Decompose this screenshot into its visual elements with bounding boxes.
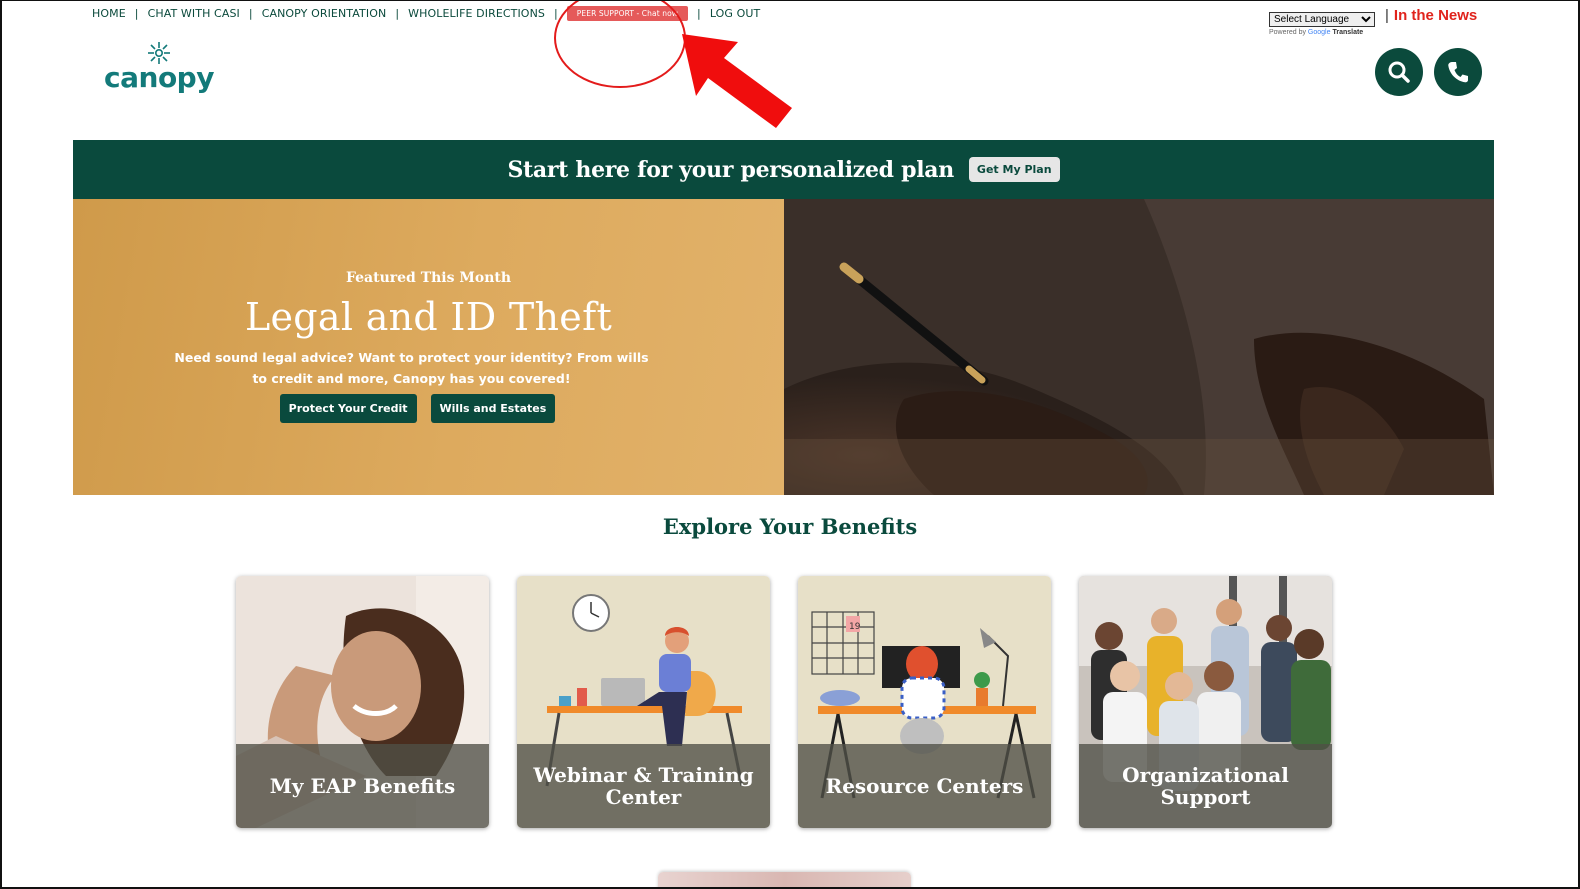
powered-by-text: Powered by [1269, 29, 1306, 36]
powered-by-google: Powered by Google Translate [1269, 29, 1375, 36]
logo-text: canopy [104, 61, 214, 94]
nav-separator: | [697, 7, 701, 20]
card-label: Resource Centers [798, 744, 1051, 828]
in-the-news-link[interactable]: | In the News [1385, 7, 1477, 24]
hero-buttons: Protect Your Credit Wills and Estates [73, 394, 784, 423]
nav-separator: | [248, 7, 253, 20]
protect-your-credit-button[interactable]: Protect Your Credit [279, 394, 417, 423]
nav-canopy-orientation[interactable]: CANOPY ORIENTATION [262, 7, 387, 20]
phone-button[interactable] [1434, 48, 1482, 96]
calendar-day: 19 [849, 622, 861, 632]
explore-heading: Explore Your Benefits [662, 514, 918, 539]
canopy-logo[interactable]: canopy [104, 40, 214, 92]
nav-separator: | [134, 7, 139, 20]
hero-description: Need sound legal advice? Want to protect… [174, 350, 649, 386]
personalized-plan-banner: Start here for your personalized plan Ge… [73, 140, 1494, 199]
get-my-plan-button[interactable]: Get My Plan [968, 157, 1060, 182]
featured-hero-panel: Featured This Month Legal and ID Theft N… [73, 199, 784, 495]
card-label: Organizational Support [1079, 744, 1332, 828]
nav-log-out[interactable]: LOG OUT [710, 7, 761, 20]
in-the-news-label: In the News [1393, 7, 1478, 24]
wills-and-estates-button[interactable]: Wills and Estates [430, 394, 556, 423]
translate-link[interactable]: Translate [1332, 29, 1363, 36]
nav-separator: | [395, 7, 400, 20]
organizational-support-card[interactable]: Organizational Support [1079, 576, 1332, 828]
annotation-arrow-icon [682, 34, 792, 128]
search-button[interactable] [1375, 48, 1423, 96]
partial-benefit-card[interactable] [658, 872, 911, 889]
google-word: Google [1307, 29, 1331, 36]
hero-image [784, 199, 1494, 495]
nav-wholelife-directions[interactable]: WHOLELIFE DIRECTIONS [408, 7, 545, 20]
hand-writing-with-pen-image [784, 199, 1494, 495]
banner-title: Start here for your personalized plan [507, 156, 954, 183]
phone-icon [1448, 62, 1468, 83]
card-label: My EAP Benefits [236, 744, 489, 828]
nav-home[interactable]: HOME [92, 7, 126, 20]
nav-separator: | [553, 7, 558, 20]
search-icon [1388, 61, 1410, 83]
language-selector: Select Language Powered by Google Transl… [1269, 7, 1375, 36]
news-separator: | [1385, 7, 1389, 24]
featured-kicker: Featured This Month [345, 270, 512, 286]
hero-title: Legal and ID Theft [244, 295, 613, 339]
my-eap-benefits-card[interactable]: My EAP Benefits [236, 576, 489, 828]
card-label: Webinar & Training Center [517, 744, 770, 828]
annotation-circle [554, 0, 686, 88]
resource-centers-card[interactable]: 19 Resource Centers [798, 576, 1051, 828]
nav-chat-with-casi[interactable]: CHAT WITH CASI [148, 7, 240, 20]
webinar-training-center-card[interactable]: Webinar & Training Center [517, 576, 770, 828]
language-select[interactable]: Select Language [1269, 12, 1375, 27]
